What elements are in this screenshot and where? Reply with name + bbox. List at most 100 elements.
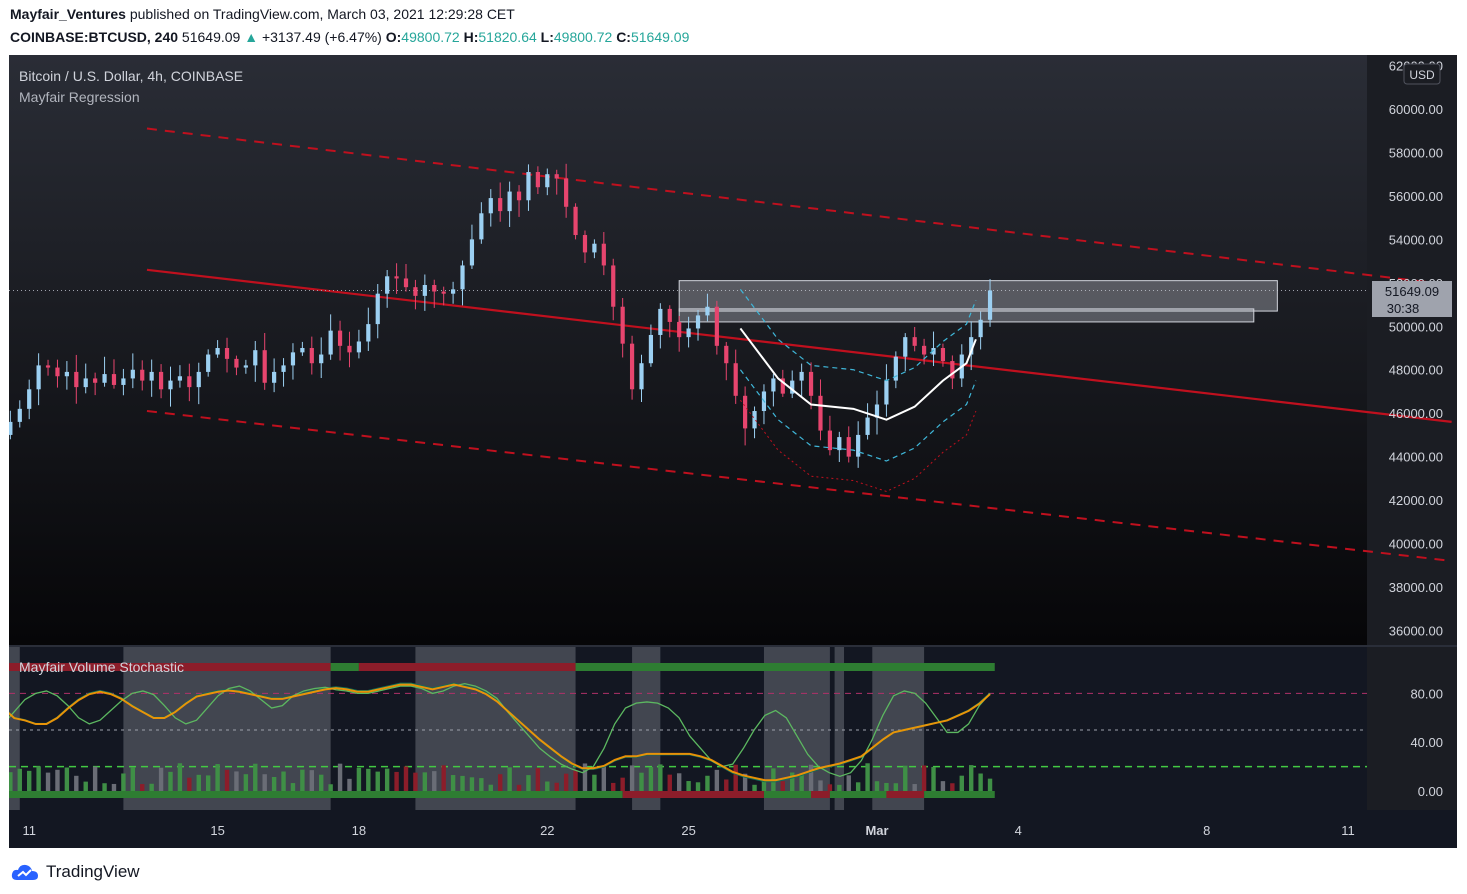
candle-up: [281, 365, 286, 372]
volume-bar: [27, 770, 32, 791]
tradingview-footer: TradingView: [10, 858, 140, 886]
volume-bar: [893, 783, 899, 791]
volume-bar: [281, 771, 286, 791]
candle-up: [545, 174, 550, 188]
candle-up: [865, 417, 870, 435]
price-tick-label: 56000.00: [1389, 189, 1443, 204]
volume-bar: [921, 765, 927, 791]
volume-bar: [413, 772, 418, 791]
time-tick-label: Mar: [865, 823, 888, 838]
chart-area[interactable]: Bitcoin / U.S. Dollar, 4h, COINBASE Mayf…: [0, 55, 1457, 848]
candle-down: [441, 291, 446, 294]
close-label: C:: [616, 29, 631, 45]
candle-up: [799, 371, 804, 381]
candle-down: [516, 191, 522, 201]
volume-bar: [959, 775, 964, 791]
candle-up: [451, 289, 456, 294]
volume-bar: [168, 771, 173, 791]
candle-down: [394, 276, 399, 279]
volume-bar: [403, 766, 409, 791]
candle-down: [827, 430, 832, 451]
volume-bar: [931, 766, 936, 791]
candle-up: [243, 365, 248, 368]
resistance-zones: [678, 280, 1278, 323]
candle-up: [8, 421, 13, 435]
volume-status-bar: [829, 791, 887, 798]
author-name[interactable]: Mayfair_Ventures: [10, 6, 126, 22]
volume-bar: [526, 775, 531, 791]
legend-lower-indicator: Mayfair Volume Stochastic: [19, 659, 184, 675]
candle-up: [488, 198, 493, 214]
volume-bar: [92, 766, 98, 791]
candle-up: [215, 348, 220, 355]
volume-bar: [130, 767, 136, 791]
volume-bar: [271, 776, 277, 791]
volume-bar: [686, 781, 691, 791]
volume-bar: [450, 775, 456, 791]
candle-up: [648, 334, 654, 364]
last-price-label: 51649.09: [1385, 284, 1439, 299]
volume-bar: [601, 766, 607, 791]
volume-bar: [573, 770, 578, 791]
volume-bar: [507, 767, 512, 791]
candle-up: [695, 315, 701, 329]
volume-bar: [83, 781, 88, 791]
candle-up: [121, 378, 126, 385]
price-tick-label: 58000.00: [1389, 145, 1443, 160]
triangle-up-icon: ▲: [244, 29, 259, 45]
candle-down: [808, 371, 814, 396]
volume-bar: [422, 772, 428, 791]
volume-bar: [432, 771, 437, 791]
volume-bar: [695, 782, 701, 791]
candle-up: [366, 324, 371, 342]
candle-up: [253, 350, 258, 366]
volume-bar: [328, 784, 333, 791]
volume-bar: [846, 775, 851, 791]
candle-down: [743, 395, 748, 429]
volume-bar: [827, 784, 833, 791]
volume-bar: [874, 781, 880, 791]
candle-down: [667, 308, 672, 322]
last-price: 51649.09: [181, 29, 241, 45]
volume-bar: [441, 765, 446, 791]
candle-down: [601, 243, 606, 266]
candle-up: [83, 378, 88, 388]
candle-down: [45, 365, 51, 368]
time-tick-label: 4: [1015, 823, 1022, 838]
price-tick-label: 46000.00: [1389, 406, 1443, 421]
candle-down: [158, 371, 164, 390]
candle-down: [554, 174, 559, 179]
volume-bar: [705, 775, 710, 791]
candle-down: [347, 345, 352, 353]
volume-bar: [347, 778, 352, 791]
volume-bar: [667, 774, 672, 791]
tradingview-brand[interactable]: TradingView: [46, 862, 140, 882]
candle-up: [686, 328, 691, 338]
volume-bar: [987, 778, 993, 791]
time-axis-background: [9, 810, 1457, 848]
resistance-zone: [678, 280, 1278, 312]
price-tick-label: 40000.00: [1389, 537, 1443, 552]
volume-bar: [469, 777, 475, 791]
volume-bar: [215, 764, 220, 791]
candle-up: [479, 213, 484, 240]
resistance-zone: [678, 308, 1255, 323]
volume-bar: [488, 784, 493, 791]
volume-bar: [940, 781, 946, 791]
candle-down: [498, 198, 503, 212]
candle-down: [337, 330, 343, 346]
volume-bar: [761, 781, 767, 791]
volume-bar: [337, 763, 343, 791]
time-tick-label: 18: [352, 823, 366, 838]
chart-svg[interactable]: Bitcoin / U.S. Dollar, 4h, COINBASE Mayf…: [0, 55, 1457, 848]
candle-down: [922, 345, 927, 355]
volume-bar: [724, 779, 729, 791]
volume-bar: [149, 783, 154, 791]
volume-bar: [516, 784, 522, 791]
volume-bar: [243, 774, 249, 791]
volume-bar: [554, 782, 559, 791]
low-value: 49800.72: [553, 29, 613, 45]
candle-down: [187, 376, 192, 388]
volume-bar: [309, 770, 314, 791]
volume-bar: [319, 774, 324, 791]
